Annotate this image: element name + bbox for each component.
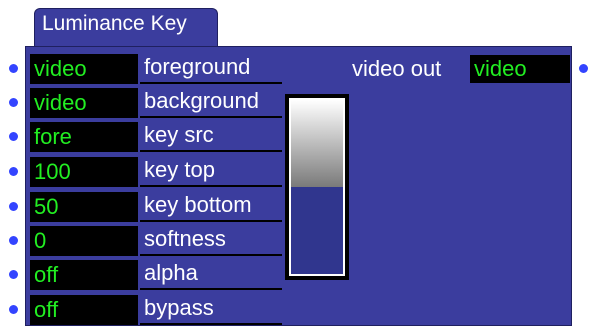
input-port-dot[interactable] xyxy=(9,270,18,279)
input-value-field[interactable]: 0 xyxy=(30,226,138,256)
input-label: background xyxy=(144,88,259,113)
input-row-key-src: fore key src xyxy=(0,120,300,154)
slider-fill xyxy=(291,100,343,187)
input-label: key top xyxy=(144,157,215,182)
input-divider xyxy=(140,254,282,256)
input-label: alpha xyxy=(144,260,198,285)
input-divider xyxy=(140,185,282,187)
input-label: softness xyxy=(144,226,226,251)
slider-track xyxy=(289,98,345,276)
input-label: bypass xyxy=(144,295,214,320)
input-row-foreground: video foreground xyxy=(0,52,300,86)
actor-title: Luminance Key xyxy=(42,12,187,35)
input-row-key-bottom: 50 key bottom xyxy=(0,190,300,224)
input-port-dot[interactable] xyxy=(9,132,18,141)
input-divider xyxy=(140,82,282,84)
key-preview-slider[interactable] xyxy=(285,94,349,280)
input-label: foreground xyxy=(144,54,251,79)
input-row-alpha: off alpha xyxy=(0,258,300,292)
input-row-background: video background xyxy=(0,86,300,120)
input-row-softness: 0 softness xyxy=(0,224,300,258)
input-port-dot[interactable] xyxy=(9,236,18,245)
input-row-bypass: off bypass xyxy=(0,293,300,327)
input-value-field[interactable]: 100 xyxy=(30,157,138,187)
input-port-dot[interactable] xyxy=(9,305,18,314)
input-value-field[interactable]: fore xyxy=(30,122,138,152)
input-value-text: video xyxy=(34,56,87,81)
input-value-field[interactable]: off xyxy=(30,260,138,290)
input-divider xyxy=(140,288,282,290)
input-port-dot[interactable] xyxy=(9,167,18,176)
input-value-text: 50 xyxy=(34,194,59,219)
input-divider xyxy=(140,116,282,118)
input-divider xyxy=(140,323,282,325)
input-label: key bottom xyxy=(144,192,252,217)
input-port-dot[interactable] xyxy=(9,64,18,73)
input-value-text: video xyxy=(34,90,87,115)
input-port-dot[interactable] xyxy=(9,202,18,211)
input-label: key src xyxy=(144,122,214,147)
input-value-text: off xyxy=(34,262,59,287)
input-value-field[interactable]: video xyxy=(30,88,138,118)
output-value-text: video xyxy=(474,56,527,81)
luminance-key-actor[interactable]: Luminance Key video foreground video bac… xyxy=(0,0,592,332)
input-value-text: 100 xyxy=(34,159,71,184)
input-value-text: 0 xyxy=(34,228,47,253)
input-value-text: off xyxy=(34,297,59,322)
output-port-dot[interactable] xyxy=(579,64,588,73)
output-label: video out xyxy=(352,56,442,81)
input-value-field[interactable]: off xyxy=(30,295,138,325)
input-value-text: fore xyxy=(34,124,72,149)
input-row-key-top: 100 key top xyxy=(0,155,300,189)
input-divider xyxy=(140,150,282,152)
input-value-field[interactable]: video xyxy=(30,54,138,84)
input-divider xyxy=(140,220,282,222)
output-value-field[interactable]: video xyxy=(470,55,570,83)
input-value-field[interactable]: 50 xyxy=(30,192,138,222)
input-port-dot[interactable] xyxy=(9,98,18,107)
